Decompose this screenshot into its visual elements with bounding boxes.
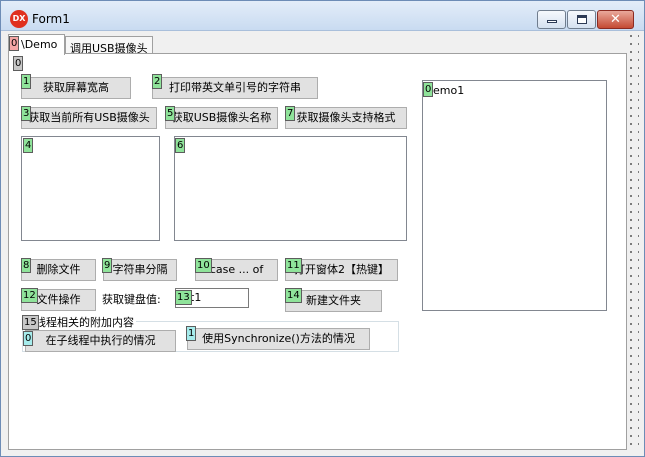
split-string-label: 字符串分隔 [112, 263, 168, 276]
file-operations-badge: 12 [21, 288, 38, 303]
split-string-button[interactable]: 字符串分隔 [103, 259, 177, 281]
get-usb-camera-name-label: 获取USB摄像头名称 [171, 111, 272, 124]
split-string-badge: 9 [102, 258, 113, 273]
print-string-badge: 2 [152, 74, 163, 89]
open-form2-button[interactable]: 打开窗体2【热键】 [285, 259, 398, 281]
subthread-execution-button[interactable]: 在子线程中执行的情况 [25, 330, 176, 352]
synchronize-method-button[interactable]: 使用Synchronize()方法的情况 [187, 328, 370, 350]
new-folder-badge: 14 [285, 288, 302, 303]
form-client: 0 \Demo 调用USB摄像头 0 获取屏幕宽高 1 打印带英文单引号的字符串… [8, 32, 639, 450]
minimize-button[interactable] [537, 10, 566, 29]
close-icon: ✕ [610, 12, 621, 27]
case-of-label: case ... of [209, 263, 264, 276]
tab-demo-label: \Demo [21, 38, 58, 51]
get-usb-camera-name-button[interactable]: 获取USB摄像头名称 [165, 107, 278, 129]
title-bar[interactable]: DX Form1 ✕ [1, 1, 644, 31]
subthread-execution-label: 在子线程中执行的情况 [45, 334, 156, 347]
open-form2-label: 打开窗体2【热键】 [294, 263, 389, 276]
tab-panel-demo: 0 获取屏幕宽高 1 打印带英文单引号的字符串 2 获取当前所有USB摄像头 3… [8, 53, 627, 450]
keyboard-value-badge: 13 [175, 290, 192, 305]
memo-demo[interactable]: emo1 [422, 80, 607, 311]
case-of-badge: 10 [195, 258, 212, 273]
print-string-label: 打印带英文单引号的字符串 [169, 81, 301, 94]
memo-usb-list[interactable] [21, 136, 160, 241]
file-operations-label: 文件操作 [36, 293, 81, 306]
subthread-execution-badge: 0 [23, 331, 34, 346]
panel-badge: 0 [13, 56, 24, 71]
app-icon: DX [10, 10, 28, 28]
get-usb-cameras-label: 获取当前所有USB摄像头 [28, 111, 150, 124]
get-screen-size-button[interactable]: 获取屏幕宽高 [21, 77, 131, 99]
get-camera-formats-badge: 7 [285, 106, 296, 121]
thread-group-badge: 15 [22, 315, 39, 330]
design-grid [627, 32, 639, 450]
delete-file-badge: 8 [21, 258, 32, 273]
tab-usb-camera[interactable]: 调用USB摄像头 [65, 36, 153, 55]
memo-usb-list-badge: 4 [23, 138, 34, 153]
open-form2-badge: 11 [285, 258, 302, 273]
delete-file-label: 删除文件 [36, 263, 81, 276]
minimize-icon [547, 20, 557, 23]
memo-camera-info[interactable] [174, 136, 407, 241]
get-screen-size-label: 获取屏幕宽高 [43, 81, 109, 94]
get-camera-formats-label: 获取摄像头支持格式 [296, 111, 396, 124]
get-usb-camera-name-badge: 5 [165, 106, 176, 121]
main-window: DX Form1 ✕ 0 \Demo 调用USB摄像头 0 获取屏幕宽高 1 打… [0, 0, 645, 457]
synchronize-method-label: 使用Synchronize()方法的情况 [202, 332, 355, 345]
close-button[interactable]: ✕ [597, 10, 634, 29]
tab-demo[interactable]: 0 \Demo [8, 34, 65, 55]
memo-demo-text: emo1 [433, 84, 465, 97]
window-title: Form1 [32, 12, 70, 26]
new-folder-label: 新建文件夹 [306, 294, 361, 307]
keyboard-value-label: 获取键盘值: [102, 293, 161, 306]
thread-group-caption: 线程相关的附加内容 [22, 314, 136, 330]
get-usb-cameras-badge: 3 [21, 106, 32, 121]
memo-demo-badge: 0 [423, 82, 434, 97]
maximize-button[interactable] [567, 10, 596, 29]
delete-file-button[interactable]: 删除文件 [21, 259, 96, 281]
get-camera-formats-button[interactable]: 获取摄像头支持格式 [285, 107, 407, 129]
synchronize-method-badge: 1 [186, 326, 197, 341]
memo-camera-info-badge: 6 [175, 138, 186, 153]
get-screen-size-badge: 1 [21, 74, 32, 89]
tab-demo-badge: 0 [9, 36, 20, 51]
print-string-button[interactable]: 打印带英文单引号的字符串 [152, 77, 318, 99]
maximize-icon [577, 15, 587, 24]
get-usb-cameras-button[interactable]: 获取当前所有USB摄像头 [21, 107, 157, 129]
